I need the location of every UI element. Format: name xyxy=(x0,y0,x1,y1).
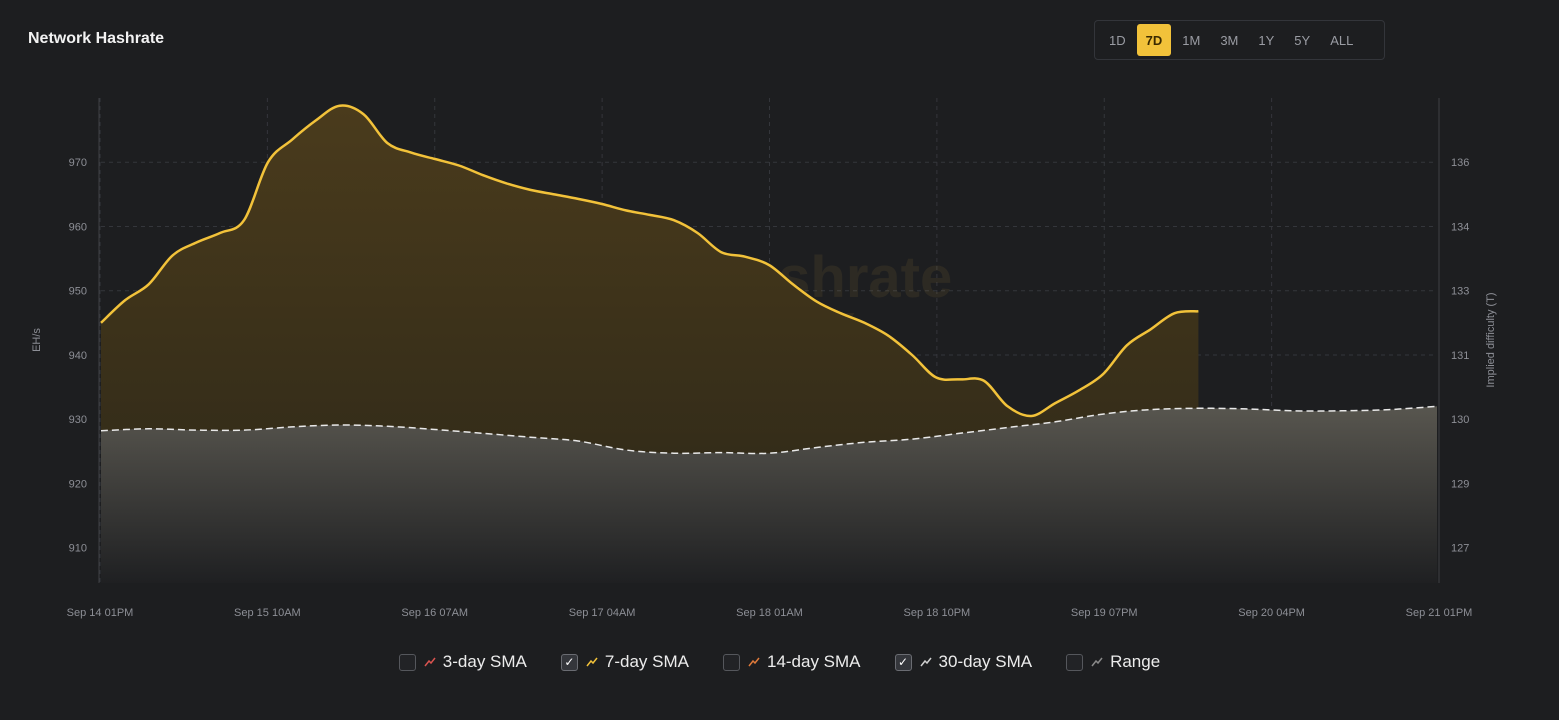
trend-line-icon xyxy=(748,657,760,667)
y-right-tick-label: 136 xyxy=(1451,157,1469,169)
trend-line-icon xyxy=(586,657,598,667)
trend-line-icon xyxy=(919,657,932,667)
y-right-tick-label: 129 xyxy=(1451,478,1469,490)
y-right-tick-label: 130 xyxy=(1451,414,1469,426)
y-right-tick-label: 131 xyxy=(1451,350,1469,362)
x-tick-label: Sep 14 01PM xyxy=(67,607,134,619)
legend-label: 14-day SMA xyxy=(766,652,861,671)
legend-label: 30-day SMA xyxy=(938,652,1033,671)
x-tick-label: Sep 19 07PM xyxy=(1071,607,1138,619)
legend-checkbox[interactable]: ✓ xyxy=(398,653,416,671)
legend-checkbox[interactable]: ✓ xyxy=(560,653,578,671)
y-tick-label: 940 xyxy=(69,350,87,362)
y-tick-label: 920 xyxy=(69,478,87,490)
y-tick-label: 970 xyxy=(69,157,87,169)
y-tick-label: 950 xyxy=(69,286,87,298)
trend-line-icon xyxy=(424,657,436,667)
x-tick-label: Sep 18 01AM xyxy=(736,607,803,619)
legend-checkbox[interactable]: ✓ xyxy=(894,653,912,671)
legend-label: 7-day SMA xyxy=(604,652,689,671)
legend-label: Range xyxy=(1110,652,1161,671)
checkmark-icon: ✓ xyxy=(564,655,575,669)
y-right-axis-title: Implied difficulty (T) xyxy=(1485,292,1497,387)
legend-checkbox[interactable]: ✓ xyxy=(722,653,740,671)
y-tick-label: 960 xyxy=(69,221,87,233)
y-tick-label: 910 xyxy=(69,543,87,555)
legend-item-3-day-sma[interactable]: ✓ 3-day SMA xyxy=(398,652,527,672)
legend-item-14-day-sma[interactable]: ✓ 14-day SMA xyxy=(722,652,861,672)
chart-legend: ✓ 3-day SMA ✓ 7-day SMA ✓ 14-day SMA ✓ 30-day S… xyxy=(0,652,1559,672)
x-tick-label: Sep 21 01PM xyxy=(1406,607,1473,619)
y-right-tick-label: 133 xyxy=(1451,286,1469,298)
checkmark-icon: ✓ xyxy=(898,655,909,669)
legend-item-30-day-sma[interactable]: ✓ 30-day SMA xyxy=(894,652,1033,672)
legend-label: 3-day SMA xyxy=(442,652,527,671)
x-tick-label: Sep 16 07AM xyxy=(401,607,468,619)
y-right-tick-label: 127 xyxy=(1451,543,1469,555)
legend-checkbox[interactable]: ✓ xyxy=(1066,653,1084,671)
legend-item-7-day-sma[interactable]: ✓ 7-day SMA xyxy=(560,652,689,672)
trend-line-icon xyxy=(1091,657,1103,667)
y-axis-title: EH/s xyxy=(31,328,43,352)
x-tick-label: Sep 17 04AM xyxy=(569,607,636,619)
y-right-tick-label: 134 xyxy=(1451,221,1469,233)
y-tick-label: 930 xyxy=(69,414,87,426)
x-tick-label: Sep 15 10AM xyxy=(234,607,301,619)
x-tick-label: Sep 20 04PM xyxy=(1238,607,1305,619)
legend-item-range[interactable]: ✓ Range xyxy=(1066,652,1160,672)
hashrate-chart: HashrateIndex910920930940950960970127129… xyxy=(31,98,1497,619)
x-tick-label: Sep 18 10PM xyxy=(904,607,971,619)
